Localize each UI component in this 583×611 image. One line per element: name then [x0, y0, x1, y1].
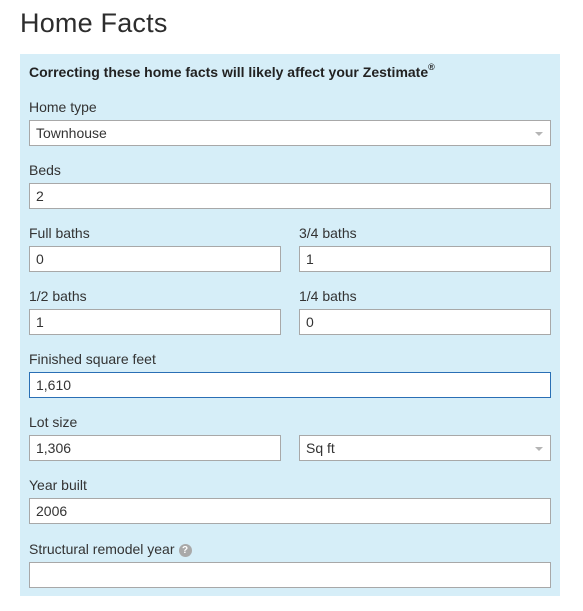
year-built-input[interactable]: 2006	[29, 498, 551, 524]
home-facts-page: Home Facts Correcting these home facts w…	[0, 0, 583, 611]
home-type-select[interactable]: Townhouse	[29, 120, 551, 146]
half-baths-input[interactable]: 1	[29, 309, 281, 335]
full-baths-label: Full baths	[29, 225, 90, 241]
beds-value: 2	[36, 188, 44, 204]
year-built-value: 2006	[36, 503, 68, 519]
beds-label: Beds	[29, 162, 61, 178]
remodel-year-label-row: Structural remodel year?	[29, 541, 192, 557]
quarter-baths-label: 1/4 baths	[299, 288, 357, 304]
lot-size-input[interactable]: 1,306	[29, 435, 281, 461]
half-baths-value: 1	[36, 314, 44, 330]
year-built-label: Year built	[29, 477, 87, 493]
lot-unit-select[interactable]: Sq ft	[299, 435, 551, 461]
quarter-baths-value: 0	[306, 314, 314, 330]
finished-sqft-value: 1,610	[36, 377, 72, 393]
zestimate-notice: Correcting these home facts will likely …	[29, 62, 435, 80]
lot-size-label: Lot size	[29, 414, 78, 430]
full-baths-value: 0	[36, 251, 44, 267]
registered-mark: ®	[428, 62, 435, 72]
remodel-year-label: Structural remodel year	[29, 541, 175, 557]
remodel-year-input[interactable]	[29, 562, 551, 588]
question-icon[interactable]: ?	[178, 544, 192, 557]
three-quarter-baths-value: 1	[306, 251, 314, 267]
three-quarter-baths-label: 3/4 baths	[299, 225, 357, 241]
chevron-down-icon	[535, 447, 543, 451]
finished-sqft-label: Finished square feet	[29, 351, 156, 367]
page-title: Home Facts	[20, 8, 168, 38]
half-baths-label: 1/2 baths	[29, 288, 87, 304]
full-baths-input[interactable]: 0	[29, 246, 281, 272]
beds-input[interactable]: 2	[29, 183, 551, 209]
chevron-down-icon	[535, 132, 543, 136]
lot-unit-value: Sq ft	[306, 440, 335, 456]
home-type-value: Townhouse	[36, 125, 107, 141]
finished-sqft-input[interactable]: 1,610	[29, 372, 551, 398]
three-quarter-baths-input[interactable]: 1	[299, 246, 551, 272]
notice-text: Correcting these home facts will likely …	[29, 64, 429, 80]
home-facts-panel: Correcting these home facts will likely …	[20, 54, 560, 596]
quarter-baths-input[interactable]: 0	[299, 309, 551, 335]
lot-size-value: 1,306	[36, 440, 72, 456]
home-type-label: Home type	[29, 99, 97, 115]
